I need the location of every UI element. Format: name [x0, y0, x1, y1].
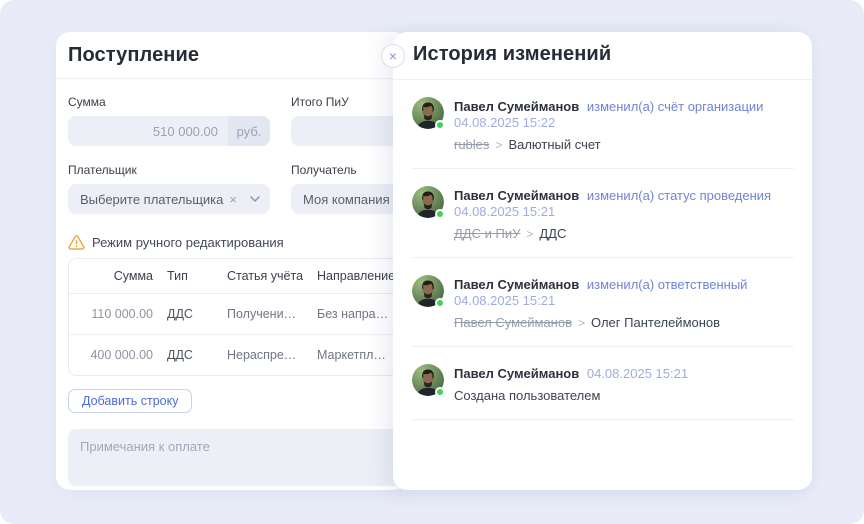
entry-text: Павел Сумейманов изменил(а) статус прове… — [454, 186, 794, 242]
history-title: История изменений — [413, 43, 611, 65]
amount-row: Сумма 510 000.00 руб. Итого ПиУ — [68, 95, 408, 146]
entry-user-name: Павел Сумейманов — [454, 366, 583, 381]
amount-input[interactable]: 510 000.00 руб. — [68, 116, 270, 146]
entry-user-name: Павел Сумейманов — [454, 99, 583, 114]
avatar — [412, 97, 444, 129]
entry-action: изменил(а) ответственный — [587, 277, 748, 292]
app-background: Поступление Сумма 510 000.00 руб. Итого … — [0, 0, 864, 524]
total-piu-input[interactable] — [291, 116, 408, 146]
entry-new-value: Валютный счет — [508, 137, 600, 152]
entries-table: СуммаТипСтатья учётаНаправление 110 000.… — [68, 258, 408, 376]
entry-note: Создана пользователем — [454, 388, 600, 403]
entry-change-detail: ДДС и ПиУ > ДДС — [454, 226, 794, 242]
entry-text: Павел Сумейманов изменил(а) счёт организ… — [454, 97, 794, 153]
online-status-dot — [435, 387, 445, 397]
history-entry: Павел Сумейманов изменил(а) ответственны… — [412, 258, 794, 347]
receipt-panel: Поступление Сумма 510 000.00 руб. Итого … — [56, 32, 408, 490]
table-header-cell: Статья учёта — [211, 269, 305, 283]
table-row[interactable]: 400 000.00ДДСНераспре…Маркетпл… — [69, 334, 407, 375]
receipt-body: Сумма 510 000.00 руб. Итого ПиУ Плательщ… — [56, 95, 408, 486]
add-row-button[interactable]: Добавить строку — [68, 389, 192, 413]
payer-label: Плательщик — [68, 163, 270, 177]
history-entry: Павел Сумейманов изменил(а) счёт организ… — [412, 80, 794, 169]
entry-timestamp: 04.08.2025 15:21 — [454, 204, 555, 219]
payment-notes-input[interactable]: Примечания к оплате — [68, 429, 408, 486]
entry-timestamp: 04.08.2025 15:21 — [587, 366, 688, 381]
table-cell: Получени… — [211, 307, 305, 321]
entry-new-value: ДДС — [539, 226, 566, 241]
online-status-dot — [435, 298, 445, 308]
table-header-cell: Тип — [153, 269, 211, 283]
clear-icon[interactable]: × — [229, 193, 237, 206]
entry-old-value: Павел Сумейманов — [454, 315, 572, 330]
entry-text: Павел Сумейманов 04.08.2025 15:21 Создан… — [454, 364, 688, 404]
receipt-header: Поступление — [56, 32, 408, 79]
entry-change-detail: Создана пользователем — [454, 388, 688, 404]
history-entry: Павел Сумейманов 04.08.2025 15:21 Создан… — [412, 347, 794, 420]
receipt-title: Поступление — [68, 44, 199, 66]
chevron-separator-icon: > — [526, 227, 533, 241]
entry-action: изменил(а) статус проведения — [587, 188, 771, 203]
manual-edit-warning: Режим ручного редактирования — [68, 235, 408, 250]
entry-timestamp: 04.08.2025 15:22 — [454, 115, 555, 130]
recipient-value: Моя компания — [303, 192, 390, 207]
table-cell: Без напра… — [305, 307, 407, 321]
history-panel: × История изменений — [393, 32, 812, 490]
table-cell: Маркетпл… — [305, 348, 407, 362]
close-icon[interactable]: × — [381, 44, 405, 68]
online-status-dot — [435, 209, 445, 219]
avatar — [412, 186, 444, 218]
total-piu-label: Итого ПиУ — [291, 95, 408, 109]
entry-text: Павел Сумейманов изменил(а) ответственны… — [454, 275, 794, 331]
entry-change-detail: rubles > Валютный счет — [454, 137, 794, 153]
table-header-cell: Сумма — [69, 269, 153, 283]
history-entries: Павел Сумейманов изменил(а) счёт организ… — [393, 80, 812, 420]
chevron-separator-icon: > — [578, 316, 585, 330]
payer-select[interactable]: Выберите плательщика × — [68, 184, 270, 214]
table-cell: Нераспре… — [211, 348, 305, 362]
entry-headline: Павел Сумейманов изменил(а) ответственны… — [454, 277, 794, 309]
history-entry: Павел Сумейманов изменил(а) статус прове… — [412, 169, 794, 258]
entry-old-value: rubles — [454, 137, 489, 152]
avatar — [412, 275, 444, 307]
currency-suffix: руб. — [228, 116, 270, 146]
amount-value: 510 000.00 — [68, 124, 228, 139]
entry-headline: Павел Сумейманов 04.08.2025 15:21 — [454, 366, 688, 382]
payment-notes-placeholder: Примечания к оплате — [80, 439, 210, 454]
entry-timestamp: 04.08.2025 15:21 — [454, 293, 555, 308]
recipient-input[interactable]: Моя компания — [291, 184, 408, 214]
table-header-row: СуммаТипСтатья учётаНаправление — [69, 259, 407, 294]
table-header-cell: Направление — [305, 269, 407, 283]
entry-headline: Павел Сумейманов изменил(а) статус прове… — [454, 188, 794, 220]
table-cell: ДДС — [153, 307, 211, 321]
recipient-label: Получатель — [291, 163, 408, 177]
entry-old-value: ДДС и ПиУ — [454, 226, 520, 241]
table-cell: 400 000.00 — [69, 348, 153, 362]
entry-user-name: Павел Сумейманов — [454, 277, 583, 292]
chevron-down-icon[interactable] — [250, 196, 260, 202]
chevron-separator-icon: > — [495, 138, 502, 152]
history-header: История изменений — [393, 32, 812, 80]
table-cell: ДДС — [153, 348, 211, 362]
entry-change-detail: Павел Сумейманов > Олег Пантелеймонов — [454, 315, 794, 331]
entry-new-value: Олег Пантелеймонов — [591, 315, 720, 330]
warning-icon — [68, 235, 85, 250]
online-status-dot — [435, 120, 445, 130]
party-row: Плательщик Выберите плательщика × Получа… — [68, 163, 408, 214]
payer-placeholder: Выберите плательщика — [80, 192, 223, 207]
avatar — [412, 364, 444, 396]
table-cell: 110 000.00 — [69, 307, 153, 321]
amount-label: Сумма — [68, 95, 270, 109]
entry-headline: Павел Сумейманов изменил(а) счёт организ… — [454, 99, 794, 131]
warning-text: Режим ручного редактирования — [92, 235, 284, 250]
entry-user-name: Павел Сумейманов — [454, 188, 583, 203]
entry-action: изменил(а) счёт организации — [587, 99, 764, 114]
table-row[interactable]: 110 000.00ДДСПолучени…Без напра… — [69, 294, 407, 334]
